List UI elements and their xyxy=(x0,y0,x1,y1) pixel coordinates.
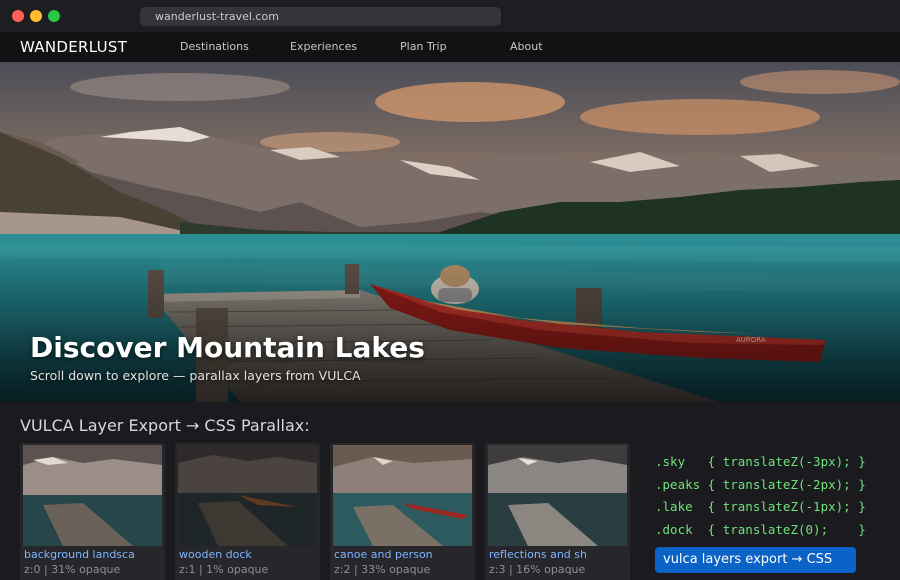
css-code-block: .sky { translateZ(-3px); } .peaks { trans… xyxy=(655,451,866,541)
layer-card-meta: z:1 | 1% opaque xyxy=(179,563,269,576)
layer-card-meta: z:3 | 16% opaque xyxy=(489,563,586,576)
layer-card-reflections[interactable]: reflections and sh z:3 | 16% opaque xyxy=(485,443,630,580)
hero-subtitle: Scroll down to explore — parallax layers… xyxy=(30,368,361,383)
layer-thumbnail xyxy=(488,445,627,546)
nav-link-destinations[interactable]: Destinations xyxy=(180,40,249,53)
layer-card-name: background landsca xyxy=(24,548,135,561)
layer-card-background[interactable]: background landsca z:0 | 31% opaque xyxy=(20,443,165,580)
layer-card-meta: z:0 | 31% opaque xyxy=(24,563,121,576)
export-css-button[interactable]: vulca layers export → CSS xyxy=(655,547,856,573)
layer-thumbnail xyxy=(23,445,162,546)
window-close-icon[interactable] xyxy=(12,10,24,22)
window-maximize-icon[interactable] xyxy=(48,10,60,22)
layer-export-heading: VULCA Layer Export → CSS Parallax: xyxy=(20,416,310,435)
layer-thumbnail xyxy=(178,445,317,546)
layer-thumbnail xyxy=(333,445,472,546)
layer-card-name: reflections and sh xyxy=(489,548,587,561)
layer-card-name: wooden dock xyxy=(179,548,252,561)
hero-title: Discover Mountain Lakes xyxy=(30,331,425,364)
layer-card-wooden-dock[interactable]: wooden dock z:1 | 1% opaque xyxy=(175,443,320,580)
code-line: .sky { translateZ(-3px); } xyxy=(655,454,866,469)
site-logo[interactable]: WANDERLUST xyxy=(20,38,127,56)
nav-link-about[interactable]: About xyxy=(510,40,543,53)
code-line: .peaks { translateZ(-2px); } xyxy=(655,476,866,492)
code-line: .lake { translateZ(-1px); } xyxy=(655,499,866,514)
layer-card-canoe-person[interactable]: canoe and person z:2 | 33% opaque xyxy=(330,443,475,580)
nav-link-plan-trip[interactable]: Plan Trip xyxy=(400,40,447,53)
hero-banner: AURORA Discover Mountain Lakes Scroll do… xyxy=(0,62,900,402)
window-minimize-icon[interactable] xyxy=(30,10,42,22)
browser-chrome: wanderlust-travel.com xyxy=(0,0,900,32)
address-bar[interactable]: wanderlust-travel.com xyxy=(140,7,501,26)
layer-card-meta: z:2 | 33% opaque xyxy=(334,563,431,576)
layer-card-name: canoe and person xyxy=(334,548,433,561)
site-nav: WANDERLUST Destinations Experiences Plan… xyxy=(0,32,900,62)
nav-link-experiences[interactable]: Experiences xyxy=(290,40,357,53)
code-line: .dock { translateZ(0); } xyxy=(655,521,866,537)
